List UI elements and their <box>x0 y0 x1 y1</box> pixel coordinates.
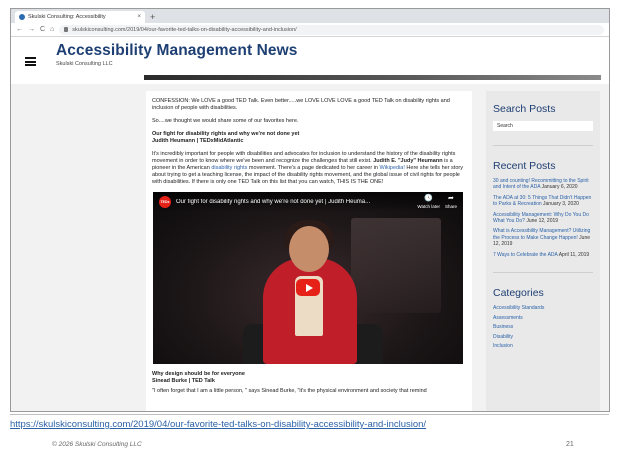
site-subtitle: Skulski Consulting LLC <box>56 61 113 67</box>
heumann-name: Judith E. "Judy" Heumann <box>373 158 443 164</box>
wordpress-favicon-icon <box>19 14 25 20</box>
video-title-bar: TEDx Our fight for disability rights and… <box>153 192 463 212</box>
new-tab-button[interactable]: + <box>150 11 155 23</box>
talk1-title: Our fight for disability rights and why … <box>152 131 300 137</box>
list-item: The ADA at 30: 5 Things That Didn't Happ… <box>493 195 593 208</box>
tab-bar: Skulski Consulting: Accessibility × + <box>11 9 609 23</box>
disability-rights-link[interactable]: disability rights <box>211 165 247 171</box>
list-item: What is Accessibility Management? Utiliz… <box>493 228 593 247</box>
recent-post-date: January 3, 2020 <box>543 201 579 208</box>
footer-divider <box>10 414 609 415</box>
search-posts-heading: Search Posts <box>493 103 556 115</box>
sidebar-divider <box>493 145 593 146</box>
recent-posts-list: 30 and counting! Recommitting to the Spi… <box>493 178 593 258</box>
sidebar: Search Posts Search Recent Posts 30 and … <box>486 91 600 411</box>
recent-post-date: April 11, 2019 <box>558 251 590 258</box>
talk1-text-c: movement. There's a page dedicated to he… <box>247 165 380 171</box>
tab-close-icon[interactable]: × <box>137 14 141 20</box>
slide: Skulski Consulting: Accessibility × + ← … <box>0 0 619 464</box>
hamburger-menu-icon[interactable] <box>25 57 36 66</box>
watch-later-button[interactable]: 🕓 Watch later <box>417 195 440 210</box>
header-image-strip <box>144 75 601 80</box>
categories-list: Accessibility Standards Assessments Busi… <box>493 305 593 349</box>
talk2-speaker: Sinead Burke | TED Talk <box>152 378 215 384</box>
forward-arrow-icon[interactable]: → <box>28 26 35 33</box>
site-header: Accessibility Management News Skulski Co… <box>11 37 609 83</box>
categories-heading: Categories <box>493 287 544 300</box>
article-lead: So....we thought we would share some of … <box>152 118 299 124</box>
site-title[interactable]: Accessibility Management News <box>56 42 298 60</box>
share-arrow-icon: ➦ <box>448 194 454 202</box>
category-link[interactable]: Accessibility Standards <box>493 305 593 311</box>
talk1-speaker: Judith Heumann | TEDxMidAtlantic <box>152 138 244 144</box>
category-link[interactable]: Assessments <box>493 315 593 321</box>
recent-post-link[interactable]: What is Accessibility Management? Utiliz… <box>493 228 590 240</box>
category-link[interactable]: Inclusion <box>493 343 593 349</box>
source-link[interactable]: https://skulskiconsulting.com/2019/04/ou… <box>10 419 426 430</box>
browser-screenshot: Skulski Consulting: Accessibility × + ← … <box>10 8 610 412</box>
url-text: skulskiconsulting.com/2019/04/our-favori… <box>72 26 297 33</box>
sidebar-divider <box>493 272 593 274</box>
channel-avatar[interactable]: TEDx <box>159 196 171 208</box>
play-button-icon[interactable] <box>296 279 320 296</box>
youtube-video-embed[interactable]: TEDx Our fight for disability rights and… <box>153 192 463 364</box>
video-title[interactable]: Our fight for disability rights and why … <box>176 199 412 206</box>
talk1-description: It's incredibly important for people wit… <box>152 151 467 186</box>
recent-post-date: June 12, 2019 <box>526 218 559 225</box>
url-field[interactable]: skulskiconsulting.com/2019/04/our-favori… <box>59 24 604 35</box>
home-icon[interactable]: ⌂ <box>50 26 54 33</box>
copyright-text: © 2026 Skulski Consulting LLC <box>52 441 142 448</box>
article-content: CONFESSION: We LOVE a good TED Talk. Eve… <box>146 91 472 411</box>
back-arrow-icon[interactable]: ← <box>16 26 23 33</box>
tab-title: Skulski Consulting: Accessibility <box>28 14 106 20</box>
page-main: CONFESSION: We LOVE a good TED Talk. Eve… <box>11 84 609 411</box>
clock-icon: 🕓 <box>424 194 434 202</box>
category-link[interactable]: Disability <box>493 334 593 340</box>
browser-tab[interactable]: Skulski Consulting: Accessibility × <box>15 11 145 23</box>
recent-post-link[interactable]: 7 Ways to Celebrate the ADA <box>493 252 558 258</box>
recent-post-date: January 6, 2020 <box>541 184 578 191</box>
recent-posts-heading: Recent Posts <box>493 160 556 172</box>
list-item: Accessibility Management: Why Do You Do … <box>493 212 593 225</box>
share-button[interactable]: ➦ Share <box>445 195 457 210</box>
reload-icon[interactable]: C <box>40 26 45 33</box>
list-item: 7 Ways to Celebrate the ADA April 11, 20… <box>493 252 593 258</box>
address-bar: ← → C ⌂ skulskiconsulting.com/2019/04/ou… <box>11 23 609 37</box>
search-input[interactable]: Search <box>493 121 593 131</box>
lock-icon <box>64 27 69 32</box>
ted-stage-letters <box>351 218 441 313</box>
talk2-description: "I often forget that I am a little perso… <box>152 388 427 394</box>
list-item: 30 and counting! Recommitting to the Spi… <box>493 178 593 191</box>
category-link[interactable]: Business <box>493 324 593 330</box>
wikipedia-link[interactable]: Wikipedia! <box>380 165 405 171</box>
talk2-title: Why design should be for everyone <box>152 371 245 377</box>
page-number: 21 <box>566 441 574 448</box>
article-intro: CONFESSION: We LOVE a good TED Talk. Eve… <box>152 98 450 111</box>
